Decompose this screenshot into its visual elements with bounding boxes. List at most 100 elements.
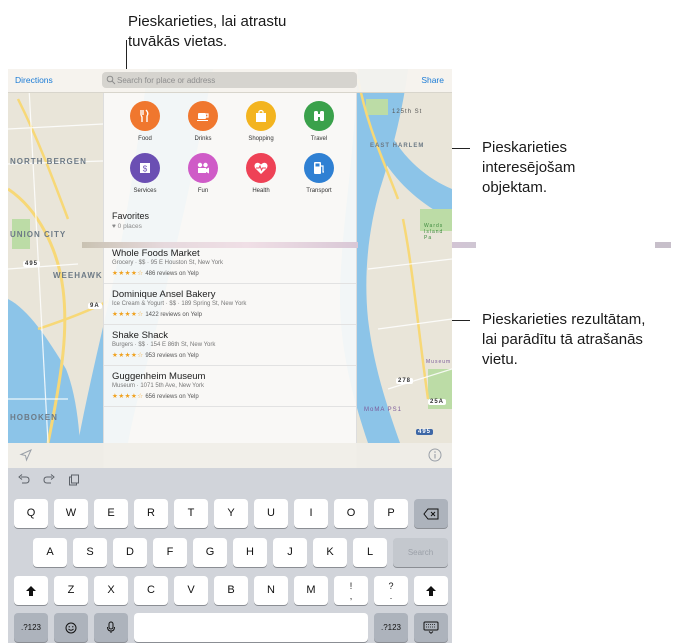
map-label-east-harlem: EAST HARLEM <box>370 143 425 149</box>
map-label-union-city: UNION CITY <box>10 230 67 239</box>
key-v[interactable]: V <box>174 576 208 605</box>
key-question-period[interactable]: ? . <box>374 576 408 605</box>
result-meta: Museum · 1071 5th Ave, New York <box>112 383 204 389</box>
result-name: Whole Foods Market <box>112 248 200 259</box>
category-travel-label: Travel <box>310 136 328 142</box>
share-button[interactable]: Share <box>421 75 444 85</box>
undo-icon[interactable] <box>17 474 31 486</box>
category-shopping[interactable]: Shopping <box>235 101 287 142</box>
search-input[interactable] <box>117 72 353 88</box>
rating-stars: ★★★★☆ <box>112 393 144 400</box>
bag-icon <box>246 101 276 131</box>
svg-text:$: $ <box>143 165 148 174</box>
category-services[interactable]: $ Services <box>119 153 171 194</box>
category-services-label: Services <box>133 188 157 194</box>
map-label-museum: Museum <box>426 359 452 365</box>
category-health[interactable]: Health <box>235 153 287 194</box>
result-item[interactable]: Dominique Ansel Bakery Ice Cream & Yogur… <box>104 284 356 325</box>
search-key[interactable]: Search <box>393 538 448 567</box>
key-q[interactable]: Q <box>14 499 48 528</box>
numbers-key-right[interactable]: .?123 <box>374 613 408 642</box>
key-i[interactable]: I <box>294 499 328 528</box>
key-h[interactable]: H <box>233 538 267 567</box>
key-r[interactable]: R <box>134 499 168 528</box>
map-label-125th-st: 125th St <box>392 109 423 115</box>
search-icon <box>106 75 116 85</box>
result-item[interactable]: Whole Foods Market Grocery · $$ · 95 E H… <box>104 243 356 284</box>
rating-stars: ★★★★☆ <box>112 352 144 359</box>
keyboard-shortcut-bar <box>8 468 452 494</box>
review-count: 953 reviews on Yelp <box>145 353 199 359</box>
space-bar[interactable] <box>134 613 368 642</box>
shift-key-right[interactable] <box>414 576 448 605</box>
category-food[interactable]: Food <box>119 101 171 142</box>
map-label-weehawken: WEEHAWK <box>53 271 103 280</box>
paste-icon[interactable] <box>68 474 80 486</box>
callout-results-line-2: lai parādītu tā atrašanās <box>482 331 643 348</box>
info-icon[interactable] <box>428 448 442 462</box>
key-t[interactable]: T <box>174 499 208 528</box>
favorites-count: ♥ 0 places <box>112 223 142 230</box>
callout-categories-line-2: interesējošam <box>482 159 576 176</box>
key-y[interactable]: Y <box>214 499 248 528</box>
key-a[interactable]: A <box>33 538 67 567</box>
directions-button[interactable]: Directions <box>15 75 53 85</box>
category-fun[interactable]: Fun <box>177 153 229 194</box>
key-x[interactable]: X <box>94 576 128 605</box>
key-m[interactable]: M <box>294 576 328 605</box>
rating-stars: ★★★★☆ <box>112 270 144 277</box>
key-o[interactable]: O <box>334 499 368 528</box>
key-g[interactable]: G <box>193 538 227 567</box>
delete-key[interactable] <box>414 499 448 528</box>
key-p[interactable]: P <box>374 499 408 528</box>
on-screen-keyboard: Q W E R T Y U I O P A S D F G H J K L Se… <box>8 468 452 643</box>
map-label-hoboken: HOBOKEN <box>10 413 58 422</box>
shift-key-left[interactable] <box>14 576 48 605</box>
cup-icon <box>188 101 218 131</box>
map-label-wards-island: Wards Island Pa <box>424 223 444 241</box>
key-j[interactable]: J <box>273 538 307 567</box>
category-travel[interactable]: Travel <box>293 101 345 142</box>
key-exclaim-comma[interactable]: ! , <box>334 576 368 605</box>
key-u[interactable]: U <box>254 499 288 528</box>
key-d[interactable]: D <box>113 538 147 567</box>
result-item[interactable]: Shake Shack Burgers · $$ · 154 E 86th St… <box>104 325 356 366</box>
category-fun-label: Fun <box>197 188 209 194</box>
numbers-key-left[interactable]: .?123 <box>14 613 48 642</box>
key-l[interactable]: L <box>353 538 387 567</box>
hide-keyboard-key[interactable] <box>414 613 448 642</box>
category-drinks[interactable]: Drinks <box>177 101 229 142</box>
key-e[interactable]: E <box>94 499 128 528</box>
emoji-icon <box>65 622 77 634</box>
callout-categories-line-1: Pieskarieties <box>482 139 568 156</box>
redo-icon[interactable] <box>42 474 56 486</box>
review-count: 656 reviews on Yelp <box>145 394 199 400</box>
heart-icon <box>246 153 276 183</box>
fork-knife-icon <box>130 101 160 131</box>
result-item[interactable]: Guggenheim Museum Museum · 1071 5th Ave,… <box>104 366 356 407</box>
key-n[interactable]: N <box>254 576 288 605</box>
search-suggestions-panel: Food Drinks Shopping Travel $ Services F… <box>82 93 358 468</box>
keyboard-hide-icon <box>423 621 439 634</box>
review-count: 486 reviews on Yelp <box>145 271 199 277</box>
map-label-moma: MoMA PS1 <box>364 407 403 413</box>
category-transport[interactable]: Transport <box>293 153 345 194</box>
key-c[interactable]: C <box>134 576 168 605</box>
key-s[interactable]: S <box>73 538 107 567</box>
favorites-title: Favorites <box>112 211 150 221</box>
key-k[interactable]: K <box>313 538 347 567</box>
search-field[interactable] <box>102 72 357 88</box>
map-label-highway-495: 495 <box>23 261 41 267</box>
key-f[interactable]: F <box>153 538 187 567</box>
key-b[interactable]: B <box>214 576 248 605</box>
location-arrow-icon[interactable] <box>19 448 33 462</box>
key-z[interactable]: Z <box>54 576 88 605</box>
dictation-key[interactable] <box>94 613 128 642</box>
camera-icon <box>188 153 218 183</box>
map-label-highway-278: 278 <box>396 378 414 384</box>
key-w[interactable]: W <box>54 499 88 528</box>
favorites-row[interactable]: Favorites ♥ 0 places <box>112 211 348 230</box>
result-reviews: ★★★★☆ 656 reviews on Yelp <box>112 392 199 400</box>
emoji-key[interactable] <box>54 613 88 642</box>
shift-icon <box>26 586 36 596</box>
